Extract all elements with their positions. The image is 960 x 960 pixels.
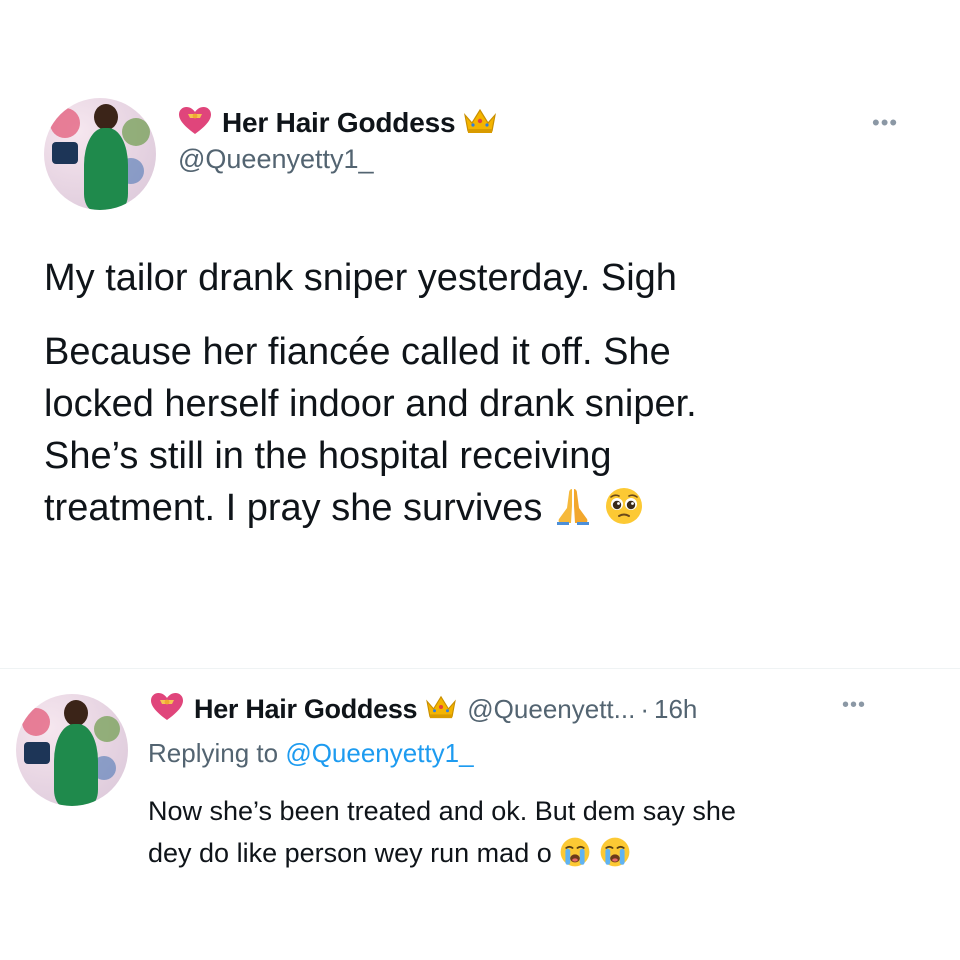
- reply-text: Now she’s been treated and ok. But dem s…: [148, 790, 938, 880]
- replying-to-mention[interactable]: @Queenyetty1_: [285, 738, 473, 768]
- author-display-name[interactable]: Her Hair Goddess: [222, 107, 456, 139]
- avatar-decoration: [22, 708, 50, 736]
- avatar-decoration: [122, 118, 150, 146]
- separator-dot: ·: [640, 693, 649, 724]
- tweet-divider: [0, 668, 960, 669]
- tweet-text-line-last: treatment. I pray she survives: [44, 482, 924, 540]
- more-options-icon[interactable]: •••: [842, 694, 866, 717]
- crown-icon: [463, 107, 497, 140]
- reply-text-line: Now she’s been treated and ok. But dem s…: [148, 796, 736, 826]
- avatar-logo-badge: [52, 142, 78, 164]
- tweet-timestamp[interactable]: 16h: [654, 694, 697, 725]
- reply-text-line-last: dey do like person wey run mad o: [148, 832, 938, 880]
- more-options-icon[interactable]: •••: [872, 110, 898, 136]
- replying-to-label: Replying to: [148, 738, 279, 768]
- tweet-text-line: treatment. I pray she survives: [44, 487, 543, 529]
- crown-icon: [425, 694, 457, 725]
- tweet-text-line: Because her fiancée called it off. She: [44, 331, 671, 373]
- reply-text-line: dey do like person wey run mad o: [148, 838, 552, 868]
- author-handle[interactable]: @Queenyetty1_: [178, 144, 374, 175]
- pleading-face-icon: [604, 486, 644, 540]
- tweet-text-line: locked herself indoor and drank sniper.: [44, 383, 697, 425]
- avatar-decoration: [50, 108, 80, 138]
- replying-to: Replying to @Queenyetty1_: [148, 738, 474, 769]
- avatar-person-body: [54, 724, 98, 806]
- reply-author-row: Her Hair Goddess @Queenyett... · 16h: [150, 690, 697, 728]
- reply-author-handle[interactable]: @Queenyett...: [467, 694, 635, 725]
- heart-with-ribbon-icon: [150, 692, 184, 727]
- tweet-text: My tailor drank sniper yesterday. Sigh B…: [44, 252, 924, 540]
- avatar[interactable]: [44, 98, 156, 210]
- loudly-crying-face-icon: [559, 836, 591, 880]
- reply-author-display-name[interactable]: Her Hair Goddess: [194, 694, 418, 725]
- avatar-person-head: [94, 104, 118, 130]
- avatar-decoration: [94, 716, 120, 742]
- tweet-text-line: She’s still in the hospital receiving: [44, 435, 612, 477]
- heart-with-ribbon-icon: [178, 106, 212, 141]
- loudly-crying-face-icon: [599, 836, 631, 880]
- avatar[interactable]: [16, 694, 128, 806]
- author-name-row: Her Hair Goddess: [178, 105, 497, 141]
- avatar-person-body: [84, 128, 128, 210]
- tweet-text-line: My tailor drank sniper yesterday. Sigh: [44, 257, 677, 299]
- avatar-logo-badge: [24, 742, 50, 764]
- avatar-person-head: [64, 700, 88, 726]
- folded-hands-icon: [553, 486, 593, 540]
